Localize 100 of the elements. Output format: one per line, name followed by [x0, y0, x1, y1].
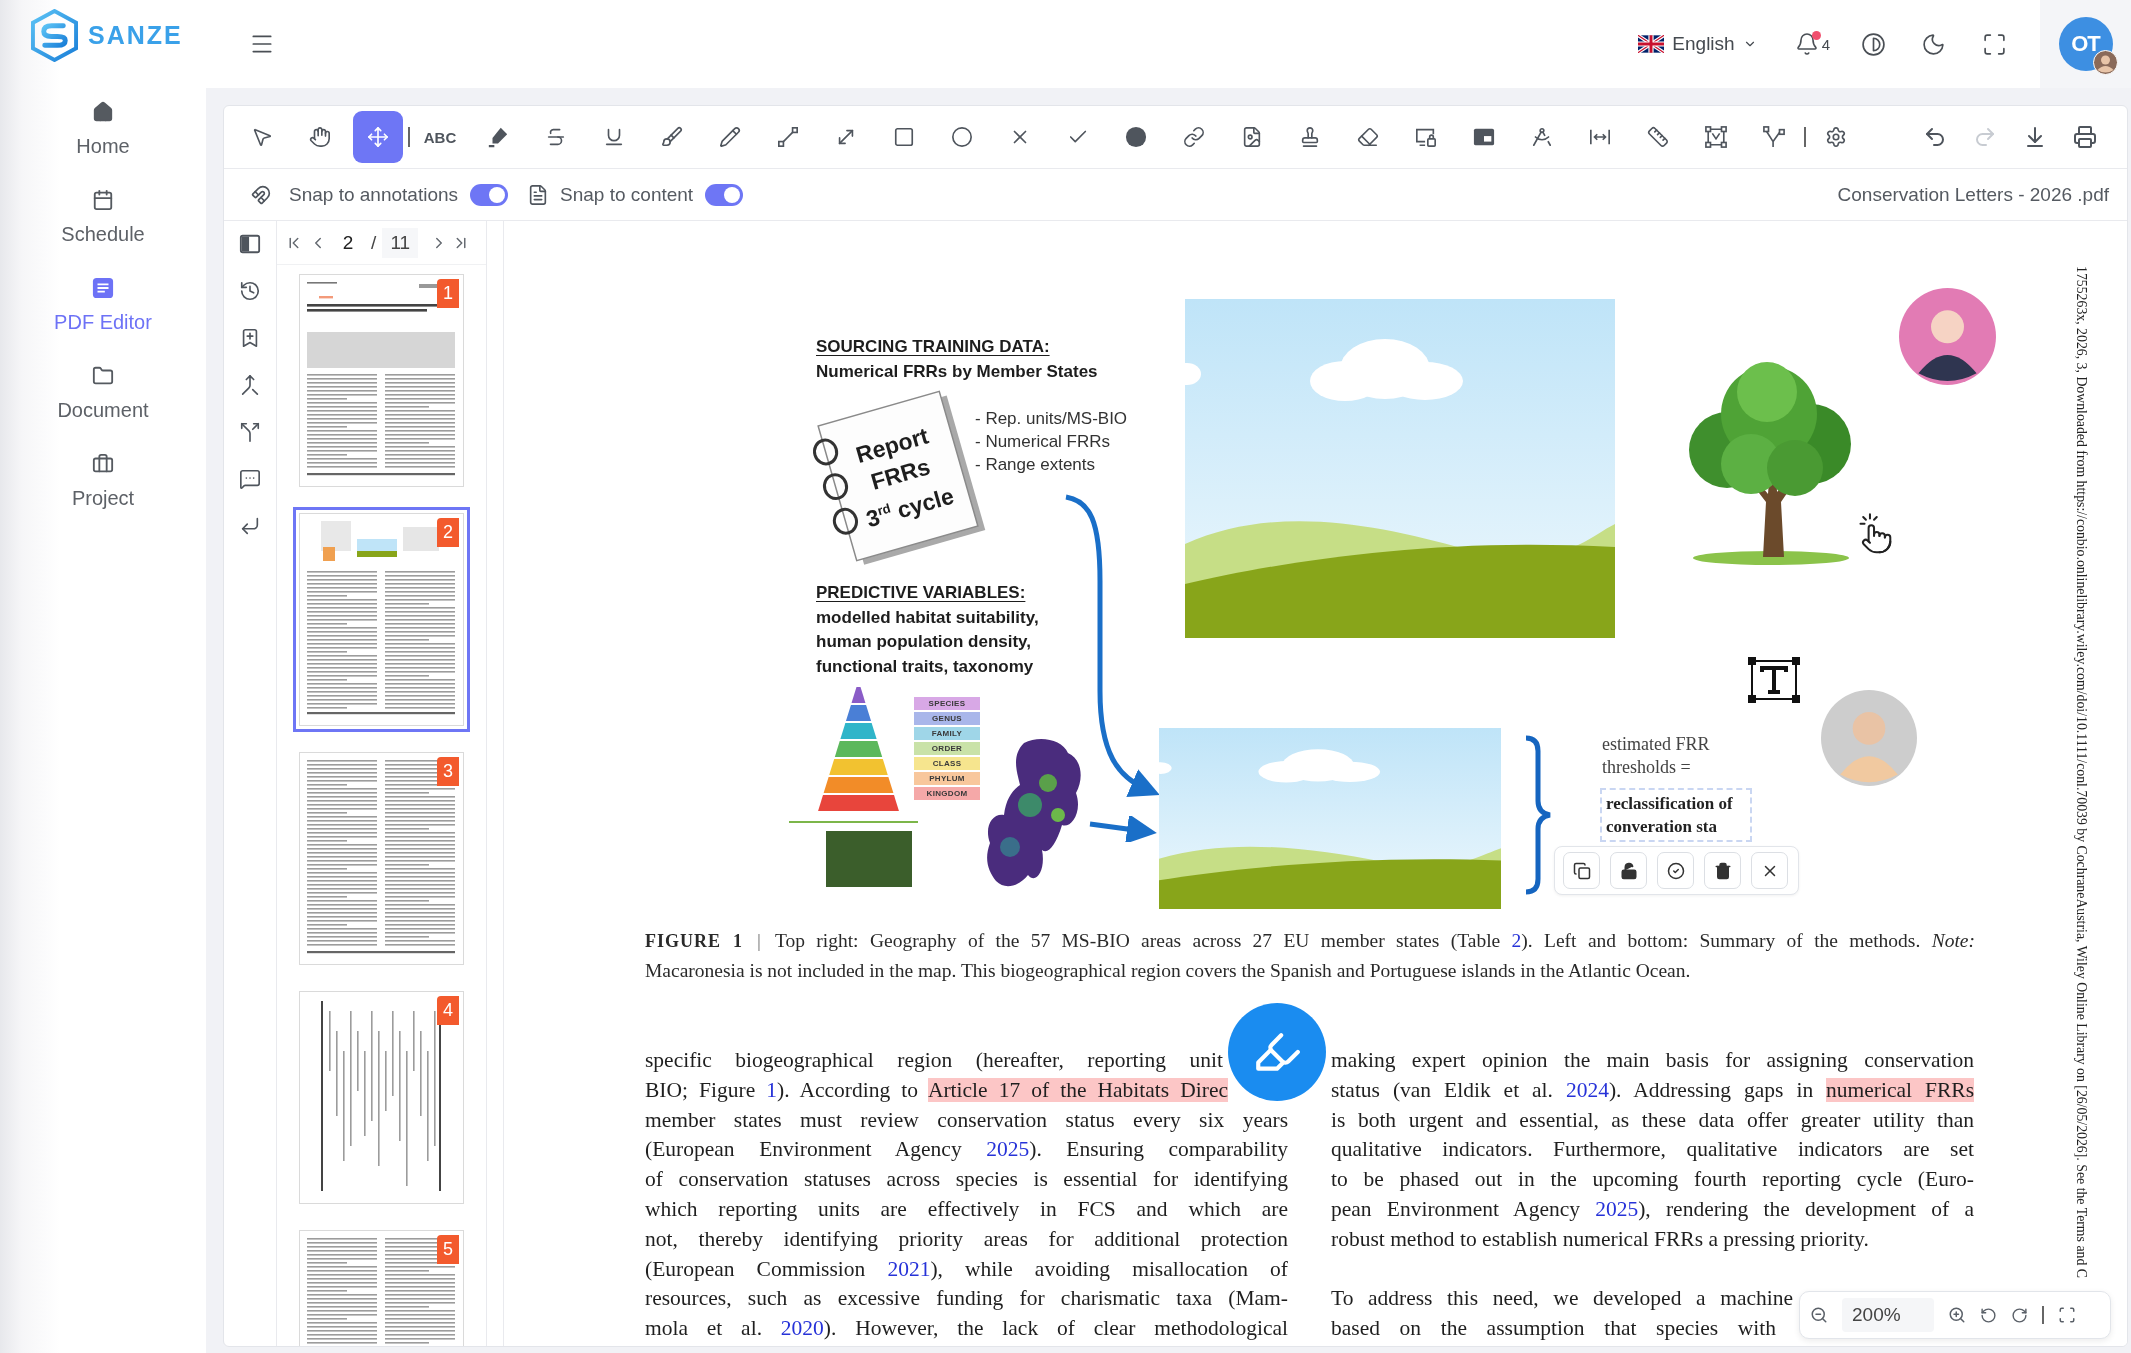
pointer-icon	[251, 126, 273, 148]
bell-icon[interactable]	[1794, 32, 1819, 56]
side-panel-icon[interactable]	[239, 233, 261, 255]
close-button[interactable]	[1751, 852, 1788, 889]
citation-link[interactable]: 2	[1511, 930, 1522, 951]
rank-label: ORDER	[914, 742, 980, 755]
moon-icon[interactable]	[1921, 31, 1946, 57]
nav-item[interactable]: PDF Editor	[0, 246, 206, 334]
link-icon	[1183, 126, 1205, 148]
page-number-badge: 5	[437, 1235, 459, 1264]
tool-button[interactable]	[353, 111, 403, 163]
zoom-field[interactable]: 200%	[1842, 1298, 1934, 1332]
logo-icon	[30, 8, 79, 62]
flag-icon	[1638, 35, 1665, 53]
comment-icon[interactable]	[239, 468, 261, 490]
folder-icon	[92, 365, 114, 387]
redo-icon	[1973, 125, 1997, 149]
home-icon	[92, 101, 114, 123]
magnet-icon	[251, 184, 271, 205]
citation-link[interactable]: 2021	[887, 1256, 931, 1281]
image-file-icon	[1241, 126, 1263, 148]
list-item: - Rep. units/MS-BIO	[975, 408, 1128, 430]
figure-heading: SOURCING TRAINING DATA:	[816, 336, 1051, 358]
list-item: - Range extents	[975, 454, 1096, 476]
delete-button[interactable]	[1704, 852, 1741, 889]
zoom-in-icon[interactable]	[1948, 1306, 1966, 1324]
margin-note: 1755263x, 2026, 3, Downloaded from https://conbio.onlinelibrary.wiley.com/doi/10.1111/conl.70039 by CochraneAustria, Wiley Online Library on [26/05/2026]. See the Terms and C	[2073, 266, 2090, 1278]
card-icon	[1473, 126, 1495, 148]
toggle-switch[interactable]	[470, 183, 509, 206]
citation-link[interactable]: 2025	[986, 1137, 1030, 1162]
rank-label: SPECIES	[914, 697, 980, 710]
history-icon[interactable]	[239, 280, 261, 302]
strikethrough-icon	[545, 126, 567, 148]
split-arrows-icon[interactable]	[239, 421, 261, 443]
body-paragraph: To address this need, we developed a machine based on the assumption that species with	[1331, 1285, 1793, 1343]
trash-icon	[1713, 861, 1732, 880]
snap-label: Snap to annotations	[289, 183, 459, 206]
rank-label: PHYLUM	[914, 772, 980, 785]
citation-link[interactable]: 2024	[1565, 1077, 1609, 1102]
highlighted-text: numerical FRRs	[1826, 1077, 1974, 1102]
annotation-text-field[interactable]: reclassification of converation sta	[1600, 788, 1752, 842]
rank-label: GENUS	[914, 712, 980, 725]
rotate-left-icon[interactable]	[1980, 1306, 1997, 1324]
calendar-icon	[92, 189, 114, 211]
tool-button[interactable]: ABC	[415, 111, 465, 163]
file-name: Conservation Letters - 2026 .pdf	[1837, 183, 2109, 206]
stamp-icon	[1299, 126, 1321, 148]
rank-label: KINGDOM	[914, 787, 980, 800]
printer-icon	[2073, 125, 2097, 149]
highlighted-text: Article 17 of the Habitats Direc	[927, 1077, 1228, 1102]
text-box-icon	[1747, 656, 1801, 704]
unlock-button[interactable]	[1610, 852, 1647, 889]
pencil-icon	[719, 126, 741, 148]
list-item: - Numerical FRRs	[975, 431, 1112, 453]
fit-screen-icon[interactable]	[2058, 1306, 2076, 1324]
confirm-button[interactable]	[1657, 852, 1694, 889]
branch-nodes-icon	[1763, 126, 1785, 148]
settings-icon	[1825, 126, 1847, 148]
page-number-badge: 3	[437, 757, 459, 786]
rotate-right-icon[interactable]	[2011, 1306, 2028, 1324]
check-circle-icon	[1666, 861, 1685, 880]
figure-heading: PREDICTIVE VARIABLES:	[816, 582, 1027, 604]
toggle-switch[interactable]	[705, 183, 744, 206]
nav-item[interactable]: Document	[0, 334, 206, 422]
nav-item[interactable]: Project	[0, 422, 206, 510]
page-number-badge: 1	[437, 279, 459, 308]
figure-subheading: Numerical FRRs by Member States	[816, 361, 1098, 383]
notebook-text: Report FRRs 3$^{rd}$ cycle	[851, 421, 958, 535]
underline-icon	[603, 126, 625, 148]
citation-link[interactable]: 2025	[1595, 1197, 1639, 1221]
briefcase-icon	[92, 453, 114, 475]
citation-link[interactable]: 1	[766, 1077, 778, 1102]
zoom-out-icon[interactable]	[1810, 1306, 1828, 1324]
figure-label: estimated FRR thresholds =	[1602, 733, 1711, 779]
citation-link[interactable]: 2020	[780, 1316, 824, 1341]
square-icon	[893, 126, 915, 148]
copy-button[interactable]	[1563, 852, 1600, 889]
total-pages: 11	[382, 227, 419, 258]
eraser-icon	[1357, 126, 1379, 148]
marker-icon	[487, 126, 509, 148]
language-selector[interactable]: English	[1638, 33, 1757, 55]
fullscreen-icon[interactable]	[1982, 31, 2007, 57]
unlocked-padlock-icon	[1619, 861, 1638, 880]
page-number-field[interactable]: 2	[333, 227, 363, 258]
hand-icon	[309, 126, 331, 148]
nav-item[interactable]: Home	[0, 70, 206, 158]
nav-item[interactable]: Schedule	[0, 158, 206, 246]
page-number-badge: 4	[437, 996, 459, 1025]
profile-photo-icon	[2092, 50, 2118, 75]
contrast-icon[interactable]	[1861, 31, 1886, 57]
body-paragraph: specific biogeographical region (hereafter, reporting unit BIO; Figure 1). According to Article 17 of the Habitats Direc member states must review conservation status every six years (European Environment Agency 2025). Ensuring comparability of conservation statuses across species is essential for identifying which reporting units are effectively in FCS and which are not, thereby identifying priority areas for additional protection (European Commission 2021), while avoiding misallocation of resources, such as excessive funding for charismatic taxa (Mam- mola et al. 2020). However, the lack of clear methodological	[645, 1047, 1288, 1343]
monitor-lock-icon	[1415, 126, 1437, 148]
compass-icon	[1531, 126, 1553, 148]
page-separator: /	[371, 231, 377, 254]
notification-count: 4	[1821, 35, 1830, 53]
merge-arrows-icon[interactable]	[239, 374, 261, 396]
return-arrow-icon[interactable]	[239, 515, 261, 537]
rank-label: CLASS	[914, 757, 980, 770]
variables-text: modelled habitat suitability, human population density, functional traits, taxonomy	[816, 606, 1039, 678]
circle-icon	[951, 126, 973, 148]
